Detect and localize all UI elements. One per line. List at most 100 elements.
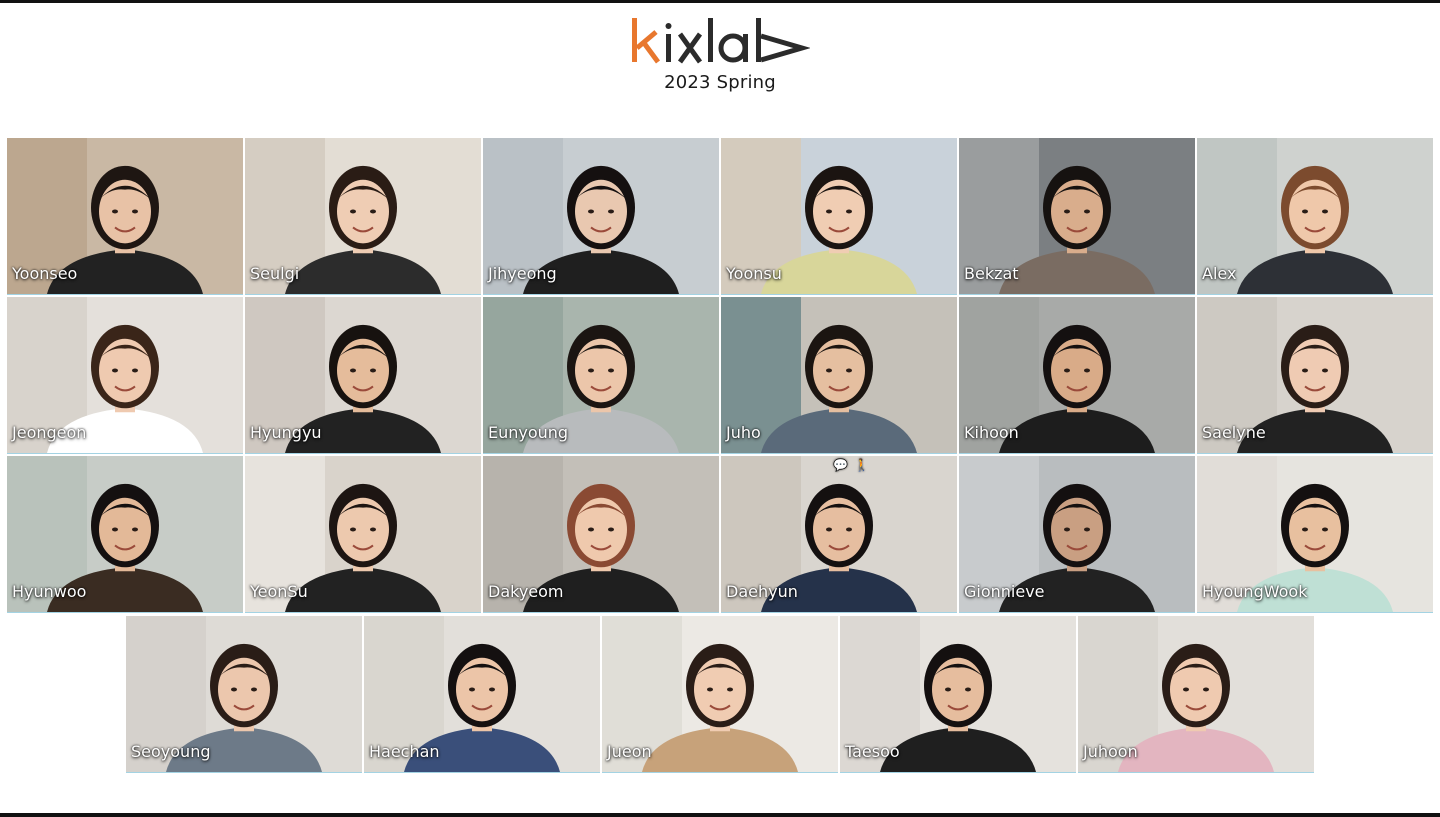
participant-eye-right [370, 368, 376, 373]
participant-eye-left [469, 687, 475, 692]
participant-eye-right [1322, 368, 1328, 373]
participant-video-tile[interactable]: HyoungWook [1197, 456, 1433, 613]
participant-eye-left [1064, 527, 1070, 532]
participant-eye-left [1064, 209, 1070, 214]
participant-name-label: Jueon [607, 742, 652, 761]
participant-video-tile[interactable]: Dakyeom [483, 456, 719, 613]
participant-eye-right [132, 527, 138, 532]
participant-name-label: Juhoon [1083, 742, 1138, 761]
chat-bubble-icon: 💬 [833, 458, 849, 472]
participant-name-label: Dakyeom [488, 582, 564, 601]
participant-video-tile[interactable]: Haechan [364, 616, 600, 773]
participant-eye-left [1302, 527, 1308, 532]
participant-eye-right [846, 209, 852, 214]
participant-name-label: YeonSu [250, 582, 308, 601]
participant-eye-left [231, 687, 237, 692]
participant-eye-left [826, 368, 832, 373]
participant-name-label: HyoungWook [1202, 582, 1308, 601]
participant-status-icons: 💬 🚶 [833, 458, 869, 472]
participant-eye-left [588, 209, 594, 214]
zoom-gallery-screenshot: 2023 Spring Yoonseo Seulgi Jihyeong Yoonsu B… [0, 0, 1440, 817]
participant-video-tile[interactable]: Jueon [602, 616, 838, 773]
participant-eye-right [1084, 368, 1090, 373]
participant-eye-left [588, 368, 594, 373]
participant-eye-right [370, 527, 376, 532]
participant-eye-right [489, 687, 495, 692]
participant-video-tile[interactable]: Hyunwoo [7, 456, 243, 613]
participant-eye-left [350, 368, 356, 373]
participant-video-tile[interactable]: Jihyeong [483, 138, 719, 295]
participant-eye-right [251, 687, 257, 692]
participant-name-label: Gionnieve [964, 582, 1045, 601]
participant-eye-left [112, 368, 118, 373]
participant-eye-left [1064, 368, 1070, 373]
header: 2023 Spring [0, 14, 1440, 104]
participant-eye-left [826, 527, 832, 532]
participant-video-tile[interactable]: Yoonseo [7, 138, 243, 295]
participant-name-label: Taesoo [845, 742, 900, 761]
participant-eye-right [965, 687, 971, 692]
participant-eye-left [350, 209, 356, 214]
participant-eye-left [1302, 368, 1308, 373]
participant-eye-right [608, 368, 614, 373]
participant-eye-right [1203, 687, 1209, 692]
participant-eye-right [608, 527, 614, 532]
participant-eye-right [846, 368, 852, 373]
participant-name-label: Seoyoung [131, 742, 211, 761]
event-subtitle: 2023 Spring [664, 72, 776, 93]
participant-eye-right [608, 209, 614, 214]
participant-video-tile[interactable]: YeonSu [245, 456, 481, 613]
participant-eye-right [1084, 209, 1090, 214]
participant-name-label: Haechan [369, 742, 440, 761]
participant-eye-left [350, 527, 356, 532]
participant-eye-left [1302, 209, 1308, 214]
participant-name-label: Hyungyu [250, 423, 322, 442]
participant-video-tile[interactable]: Seulgi [245, 138, 481, 295]
participant-video-tile[interactable]: Hyungyu [245, 297, 481, 454]
participant-name-label: Bekzat [964, 264, 1019, 283]
top-border [0, 0, 1440, 3]
participant-video-tile[interactable]: Juhoon [1078, 616, 1314, 773]
kixlab-logo [630, 14, 810, 68]
participant-eye-left [112, 527, 118, 532]
participant-video-tile[interactable]: Taesoo [840, 616, 1076, 773]
participant-name-label: Kihoon [964, 423, 1019, 442]
participant-video-tile[interactable]: Kihoon [959, 297, 1195, 454]
participant-eye-right [1084, 527, 1090, 532]
away-walking-icon: 🚶 [854, 458, 869, 472]
participant-video-tile[interactable]: Yoonsu [721, 138, 957, 295]
participant-eye-right [132, 209, 138, 214]
bottom-border [0, 813, 1440, 817]
participant-eye-right [370, 209, 376, 214]
participant-eye-right [1322, 209, 1328, 214]
participant-name-label: Juho [726, 423, 761, 442]
participant-eye-right [132, 368, 138, 373]
gallery-row-4: Seoyoung Haechan Jueon Taesoo Juhoon [126, 616, 1314, 773]
participant-video-tile[interactable]: Daehyun 💬 🚶 [721, 456, 957, 613]
participant-name-label: Yoonseo [12, 264, 78, 283]
participant-video-tile[interactable]: Juho [721, 297, 957, 454]
participant-eye-right [846, 527, 852, 532]
gallery-row-2: Jeongeon Hyungyu Eunyoung Juho Kihoon Saelyne [7, 297, 1433, 454]
participant-name-label: Daehyun [726, 582, 798, 601]
participant-video-tile[interactable]: Seoyoung [126, 616, 362, 773]
participant-name-label: Eunyoung [488, 423, 569, 442]
participant-eye-left [826, 209, 832, 214]
participant-eye-left [112, 209, 118, 214]
participant-eye-right [1322, 527, 1328, 532]
participant-video-tile[interactable]: Alex [1197, 138, 1433, 295]
participant-video-tile[interactable]: Gionnieve [959, 456, 1195, 613]
gallery-row-3: Hyunwoo YeonSu Dakyeom Daehyun 💬 🚶 Gionnieve Hy… [7, 456, 1433, 613]
participant-name-label: Hyunwoo [12, 582, 87, 601]
participant-name-label: Saelyne [1202, 423, 1266, 442]
gallery-row-1: Yoonseo Seulgi Jihyeong Yoonsu Bekzat Alex [7, 138, 1433, 295]
participant-video-tile[interactable]: Eunyoung [483, 297, 719, 454]
participant-eye-left [1183, 687, 1189, 692]
participant-video-tile[interactable]: Saelyne [1197, 297, 1433, 454]
participant-video-tile[interactable]: Jeongeon [7, 297, 243, 454]
kixlab-logo-mark [632, 18, 810, 64]
participant-name-label: Jihyeong [488, 264, 557, 283]
participant-name-label: Jeongeon [12, 423, 87, 442]
participant-name-label: Alex [1202, 264, 1237, 283]
participant-video-tile[interactable]: Bekzat [959, 138, 1195, 295]
